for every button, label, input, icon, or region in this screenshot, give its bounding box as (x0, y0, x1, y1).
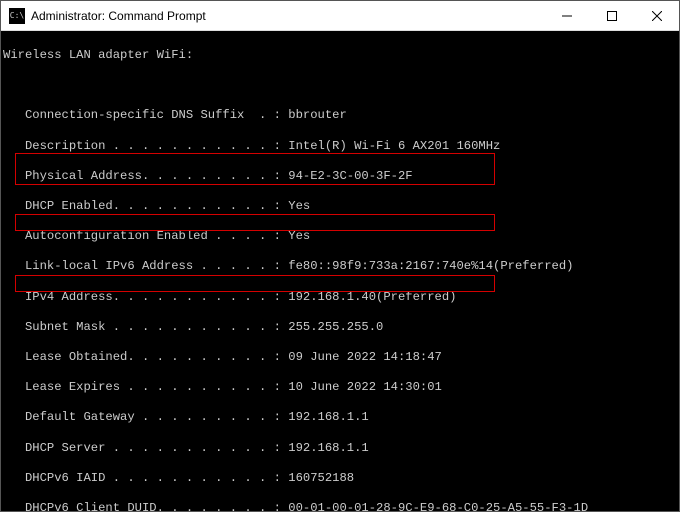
row-subnet-mask: Subnet Mask . . . . . . . . . . . : 255.… (3, 320, 679, 335)
window-title: Administrator: Command Prompt (31, 9, 544, 23)
window-controls (544, 1, 679, 30)
row-description: Description . . . . . . . . . . . : Inte… (3, 139, 679, 154)
close-button[interactable] (634, 1, 679, 30)
row-dhcp-enabled: DHCP Enabled. . . . . . . . . . . : Yes (3, 199, 679, 214)
row-physical-address: Physical Address. . . . . . . . . : 94-E… (3, 169, 679, 184)
maximize-button[interactable] (589, 1, 634, 30)
adapter-header: Wireless LAN adapter WiFi: (3, 48, 679, 63)
row-dhcp-server: DHCP Server . . . . . . . . . . . : 192.… (3, 441, 679, 456)
row-dhcpv6-duid: DHCPv6 Client DUID. . . . . . . . : 00-0… (3, 501, 679, 511)
row-dns-suffix: Connection-specific DNS Suffix . : bbrou… (3, 108, 679, 123)
cmd-icon: C:\ (9, 8, 25, 24)
row-autoconfig: Autoconfiguration Enabled . . . . : Yes (3, 229, 679, 244)
row-lease-expires: Lease Expires . . . . . . . . . . : 10 J… (3, 380, 679, 395)
row-ipv4-address: IPv4 Address. . . . . . . . . . . : 192.… (3, 290, 679, 305)
row-lease-obtained: Lease Obtained. . . . . . . . . . : 09 J… (3, 350, 679, 365)
row-dhcpv6-iaid: DHCPv6 IAID . . . . . . . . . . . : 1607… (3, 471, 679, 486)
row-linklocal-ipv6: Link-local IPv6 Address . . . . . : fe80… (3, 259, 679, 274)
titlebar[interactable]: C:\ Administrator: Command Prompt (1, 1, 679, 31)
minimize-button[interactable] (544, 1, 589, 30)
command-prompt-window: C:\ Administrator: Command Prompt Wirele… (0, 0, 680, 512)
terminal-output[interactable]: Wireless LAN adapter WiFi: Connection-sp… (1, 31, 679, 511)
row-default-gateway: Default Gateway . . . . . . . . . : 192.… (3, 410, 679, 425)
